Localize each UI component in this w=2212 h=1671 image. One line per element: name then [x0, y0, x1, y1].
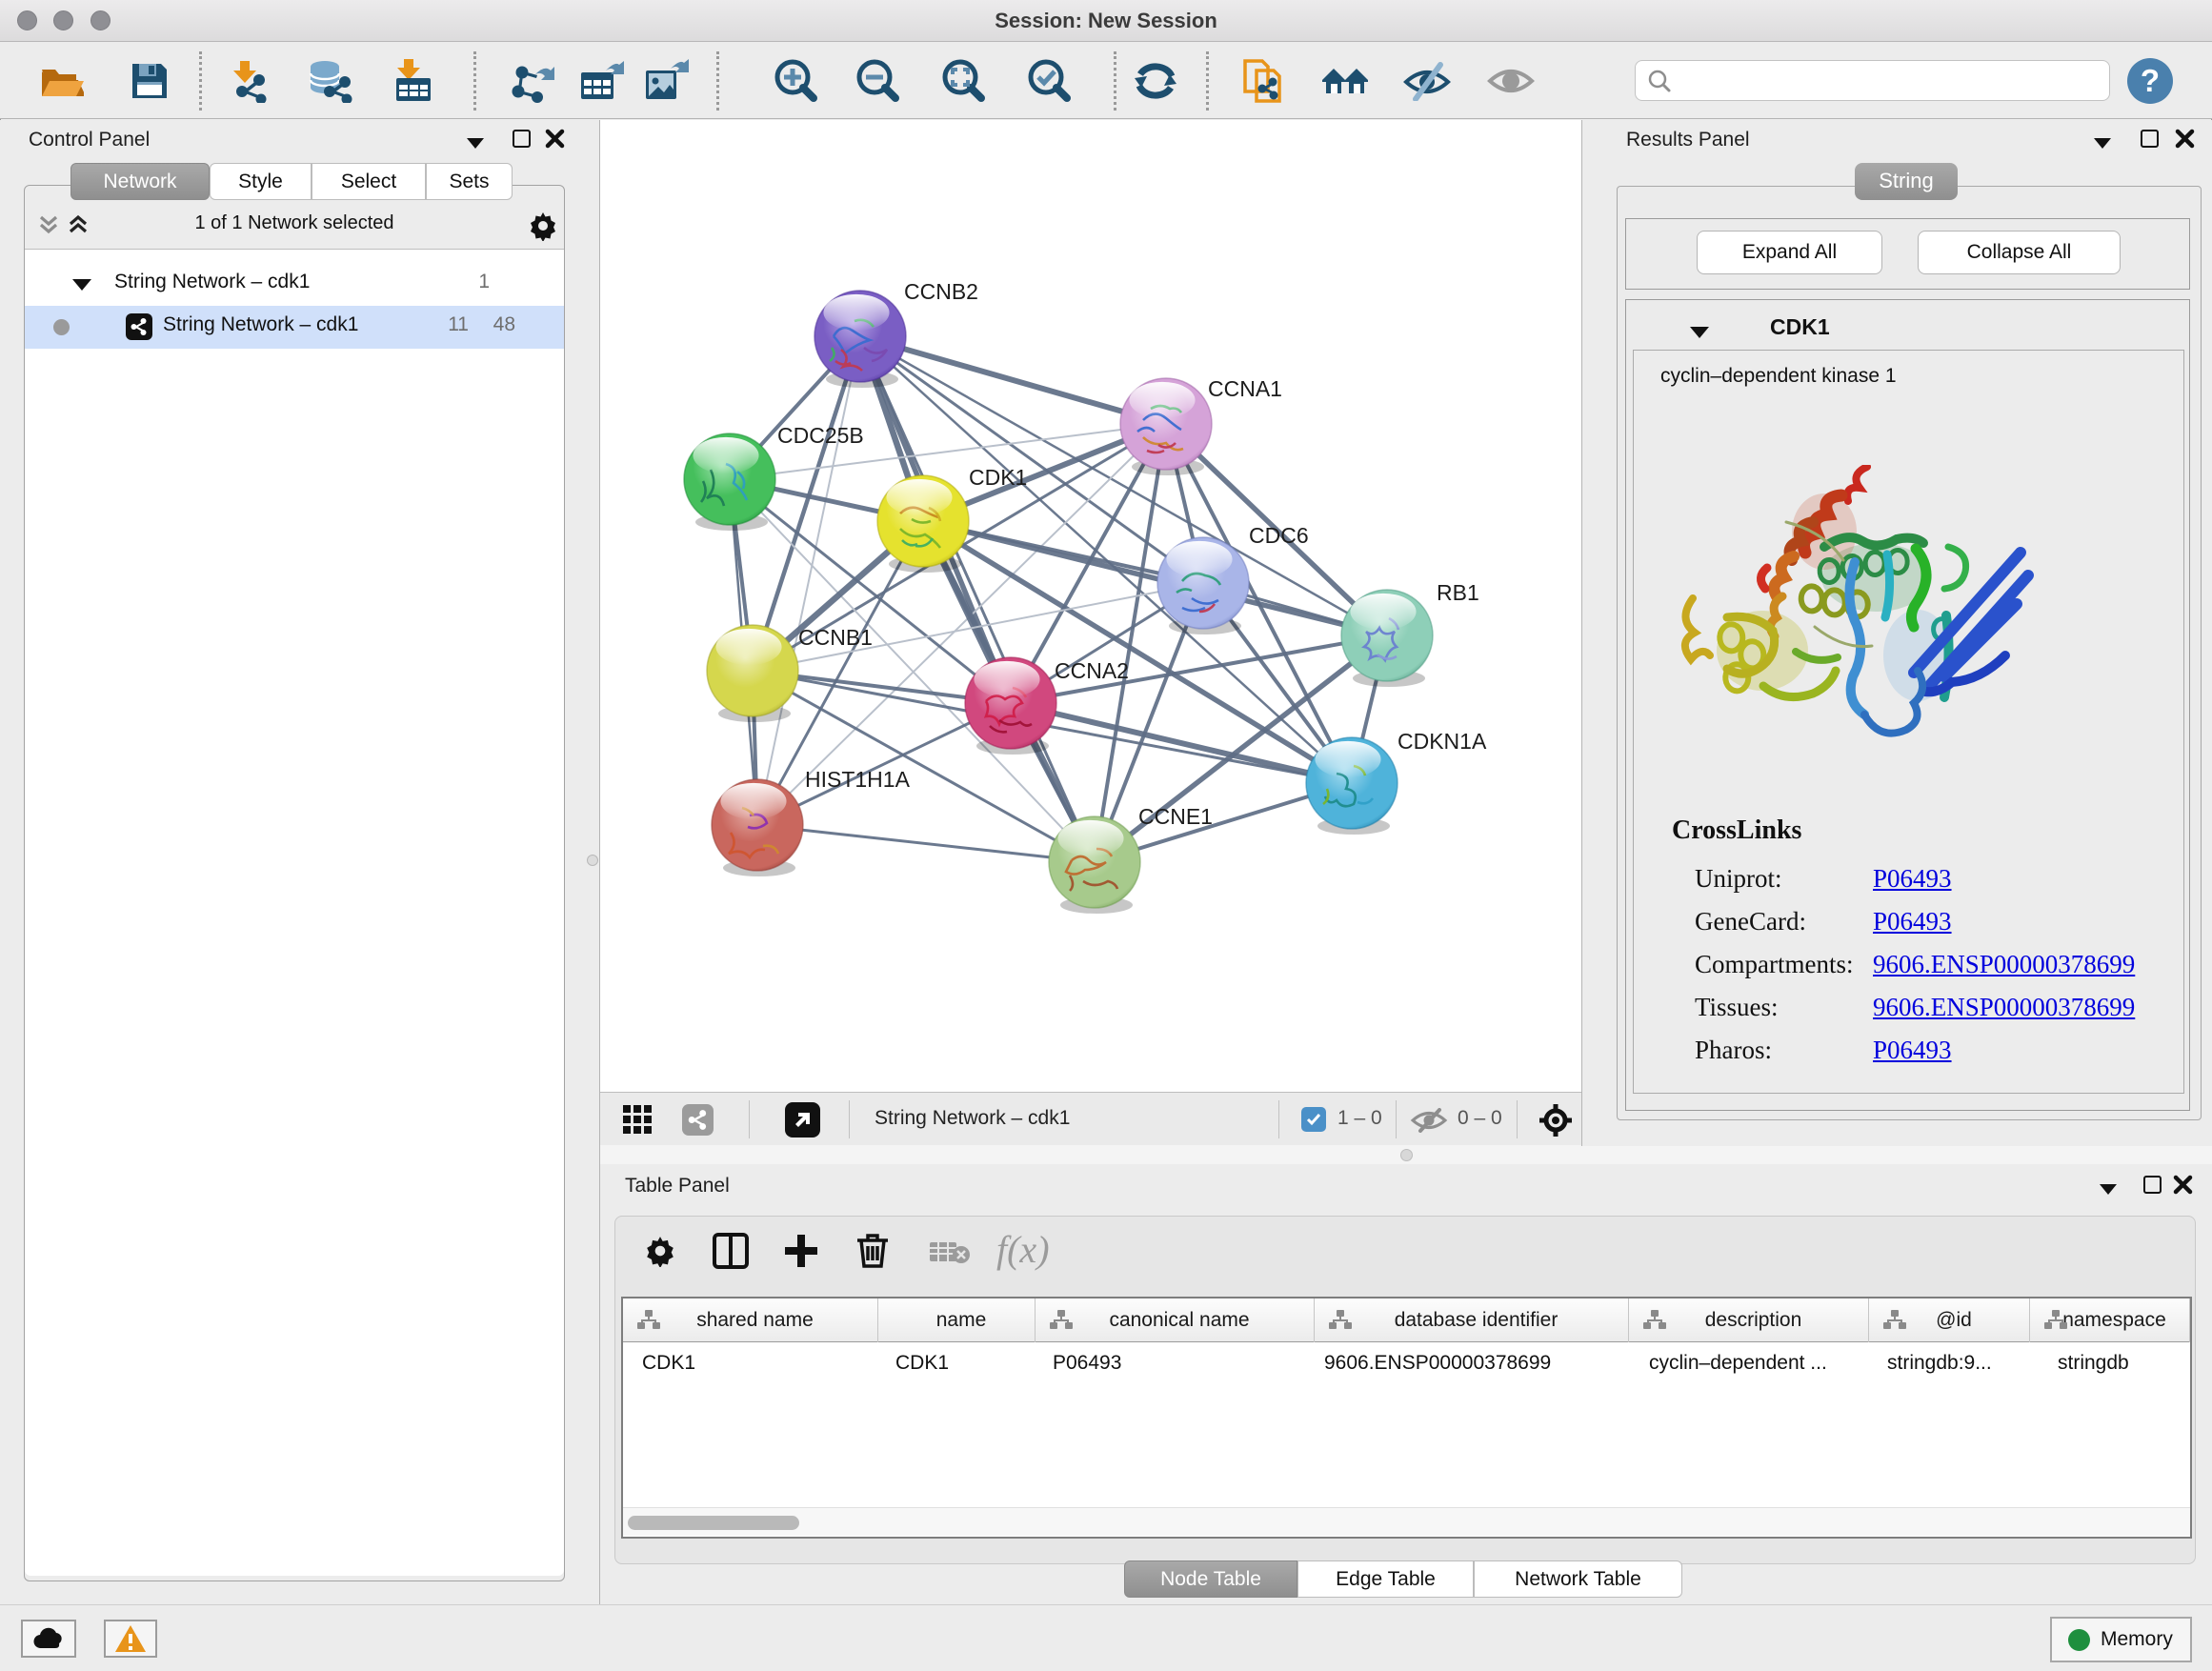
svg-text:RB1: RB1	[1437, 580, 1479, 605]
svg-text:CCNA1: CCNA1	[1208, 376, 1282, 401]
svg-text:HIST1H1A: HIST1H1A	[805, 767, 911, 792]
svg-text:CDC6: CDC6	[1249, 523, 1309, 548]
svg-text:CCNB2: CCNB2	[904, 279, 978, 304]
svg-text:CCNE1: CCNE1	[1138, 804, 1213, 829]
svg-text:CDK1: CDK1	[969, 465, 1027, 490]
svg-text:CDKN1A: CDKN1A	[1398, 729, 1487, 754]
svg-text:CCNB1: CCNB1	[798, 625, 873, 650]
svg-text:CDC25B: CDC25B	[777, 423, 864, 448]
svg-text:CCNA2: CCNA2	[1055, 658, 1129, 683]
